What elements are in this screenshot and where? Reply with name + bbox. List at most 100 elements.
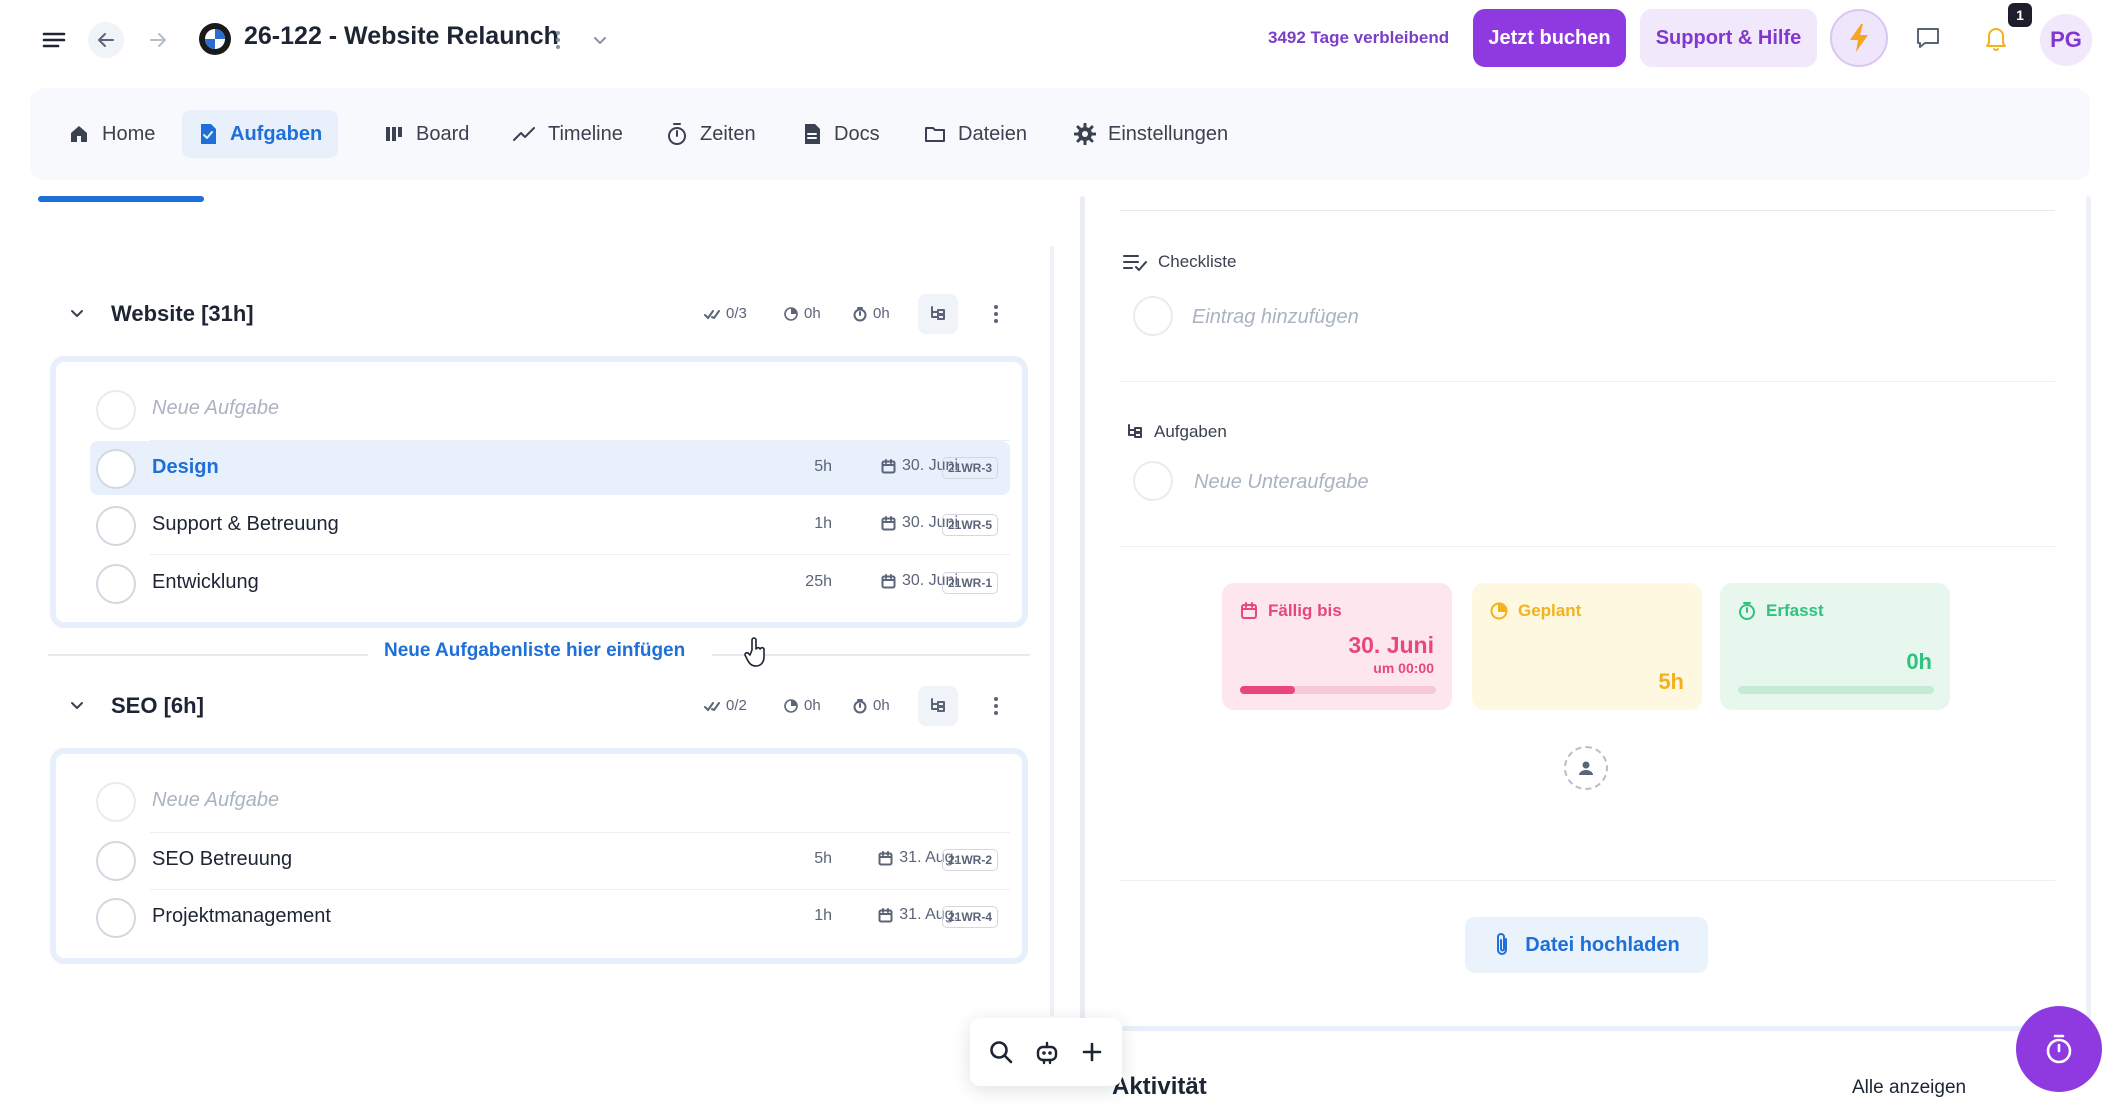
due-date-card[interactable]: Fällig bis 30. Juni um 00:00 [1222, 583, 1452, 710]
chat-icon[interactable] [1910, 20, 1946, 56]
tab-timeline[interactable]: Timeline [496, 110, 639, 158]
planned-card[interactable]: Geplant 5h [1472, 583, 1702, 710]
task-list: Neue Aufgabe Design 5h 30. Juni 21WR-3 S… [50, 356, 1028, 628]
collapse-chevron-icon[interactable] [64, 300, 90, 326]
timer-button[interactable] [2016, 1006, 2102, 1092]
checklist-header: Checkliste [1122, 252, 1236, 272]
task-row[interactable]: SEO Betreuung 5h 31. Aug. 21WR-2 [90, 833, 1010, 887]
new-task-input[interactable]: Neue Aufgabe [152, 789, 279, 812]
notification-badge: 1 [2008, 3, 2032, 27]
pie-icon [784, 698, 798, 713]
task-checkbox[interactable] [96, 564, 136, 604]
robot-icon[interactable] [1034, 1039, 1060, 1065]
activity-title: Aktivität [1112, 1073, 1207, 1100]
tracked-value: 0h [1906, 649, 1932, 674]
lightning-button[interactable] [1830, 9, 1888, 67]
tab-zeiten[interactable]: Zeiten [650, 110, 772, 158]
tracked-card[interactable]: Erfasst 0h [1720, 583, 1950, 710]
task-checkbox[interactable] [96, 898, 136, 938]
upload-file-button[interactable]: Datei hochladen [1465, 917, 1708, 973]
task-checkbox[interactable] [96, 506, 136, 546]
tab-label: Einstellungen [1108, 122, 1229, 145]
chevron-down-icon[interactable] [586, 26, 614, 54]
task-name[interactable]: SEO Betreuung [152, 848, 292, 871]
tab-einstellungen[interactable]: Einstellungen [1058, 110, 1244, 158]
task-checkbox[interactable] [96, 841, 136, 881]
tracked-hours: 0h [853, 697, 890, 714]
tab-label: Board [416, 122, 470, 145]
task-name[interactable]: Entwicklung [152, 571, 259, 594]
due-time: um 00:00 [1373, 660, 1434, 676]
user-avatar[interactable]: PG [2040, 14, 2092, 66]
forward-arrow-icon[interactable] [140, 22, 176, 58]
planned-value: 5h [1658, 669, 1684, 694]
gear-icon [1074, 123, 1096, 145]
plus-icon[interactable] [1080, 1040, 1104, 1064]
stopwatch-icon [666, 122, 688, 146]
subtask-tree-icon[interactable] [918, 294, 958, 334]
checklist-add-input[interactable]: Eintrag hinzufügen [1192, 306, 1359, 329]
hand-cursor-icon [744, 636, 768, 668]
columns-icon [384, 124, 404, 144]
bell-icon[interactable] [1978, 20, 2014, 56]
search-icon[interactable] [988, 1039, 1014, 1065]
chart-line-icon [512, 124, 536, 144]
book-now-button[interactable]: Jetzt buchen [1473, 9, 1626, 67]
task-code-badge: 21WR-1 [941, 572, 998, 594]
back-arrow-icon[interactable] [88, 22, 124, 58]
checkbox [96, 782, 136, 822]
due-progress-fill [1240, 686, 1295, 694]
divider [1120, 210, 2055, 211]
task-name[interactable]: Support & Betreuung [152, 513, 339, 536]
subtask-tree-icon[interactable] [918, 686, 958, 726]
subtask-add-input[interactable]: Neue Unteraufgabe [1194, 471, 1369, 494]
group-menu-icon[interactable] [982, 688, 1010, 724]
task-name[interactable]: Design [152, 456, 219, 479]
left-scrollbar[interactable] [1050, 246, 1054, 1016]
task-row[interactable]: Entwicklung 25h 30. Juni 21WR-1 [90, 556, 1010, 610]
task-row[interactable]: Support & Betreuung 1h 30. Juni 21WR-5 [90, 498, 1010, 552]
subtasks-header: Aufgaben [1126, 422, 1227, 442]
insert-list-link[interactable]: Neue Aufgabenliste hier einfügen [384, 640, 685, 662]
new-task-input[interactable]: Neue Aufgabe [152, 397, 279, 420]
calendar-icon [1240, 602, 1258, 620]
task-checkbox[interactable] [96, 449, 136, 489]
divider [1120, 546, 2055, 547]
right-scrollbar[interactable] [2086, 196, 2091, 1026]
task-row[interactable]: Projektmanagement 1h 31. Aug. 21WR-4 [90, 890, 1010, 944]
task-row[interactable]: Design 5h 30. Juni 21WR-3 [90, 441, 1010, 495]
tab-home[interactable]: Home [52, 110, 171, 158]
tab-label: Home [102, 122, 156, 145]
menu-icon[interactable] [38, 24, 70, 56]
task-hours: 5h [814, 458, 832, 475]
tab-docs[interactable]: Docs [786, 110, 896, 158]
task-name[interactable]: Projektmanagement [152, 905, 331, 928]
user-icon [1579, 761, 1593, 775]
tab-board[interactable]: Board [368, 110, 485, 158]
task-hours: 1h [814, 907, 832, 924]
subtask-tree-icon [1126, 423, 1144, 441]
tab-aufgaben[interactable]: Aufgaben [182, 110, 339, 158]
planned-hours: 0h [784, 697, 821, 714]
collapse-chevron-icon[interactable] [64, 692, 90, 718]
new-task-row[interactable]: Neue Aufgabe [90, 774, 1010, 828]
task-hours: 1h [814, 515, 832, 532]
assign-user-button[interactable] [1564, 746, 1608, 790]
tracked-hours: 0h [853, 305, 890, 322]
checkbox [96, 390, 136, 430]
show-all-link[interactable]: Alle anzeigen [1852, 1077, 1966, 1099]
quick-actions-bar [970, 1018, 1122, 1086]
subtask-checkbox [1133, 461, 1173, 501]
tab-label: Aufgaben [230, 122, 323, 145]
divider [1120, 381, 2055, 382]
tab-dateien[interactable]: Dateien [908, 110, 1043, 158]
home-icon [68, 123, 90, 145]
new-task-row[interactable]: Neue Aufgabe [90, 382, 1010, 436]
task-code-badge: 21WR-2 [941, 849, 998, 871]
more-vertical-icon[interactable] [546, 26, 570, 54]
pie-icon [784, 306, 798, 321]
support-help-button[interactable]: Support & Hilfe [1640, 9, 1817, 67]
group-title: SEO [6h] [111, 693, 204, 718]
task-list: Neue Aufgabe SEO Betreuung 5h 31. Aug. 2… [50, 748, 1028, 964]
group-menu-icon[interactable] [982, 296, 1010, 332]
